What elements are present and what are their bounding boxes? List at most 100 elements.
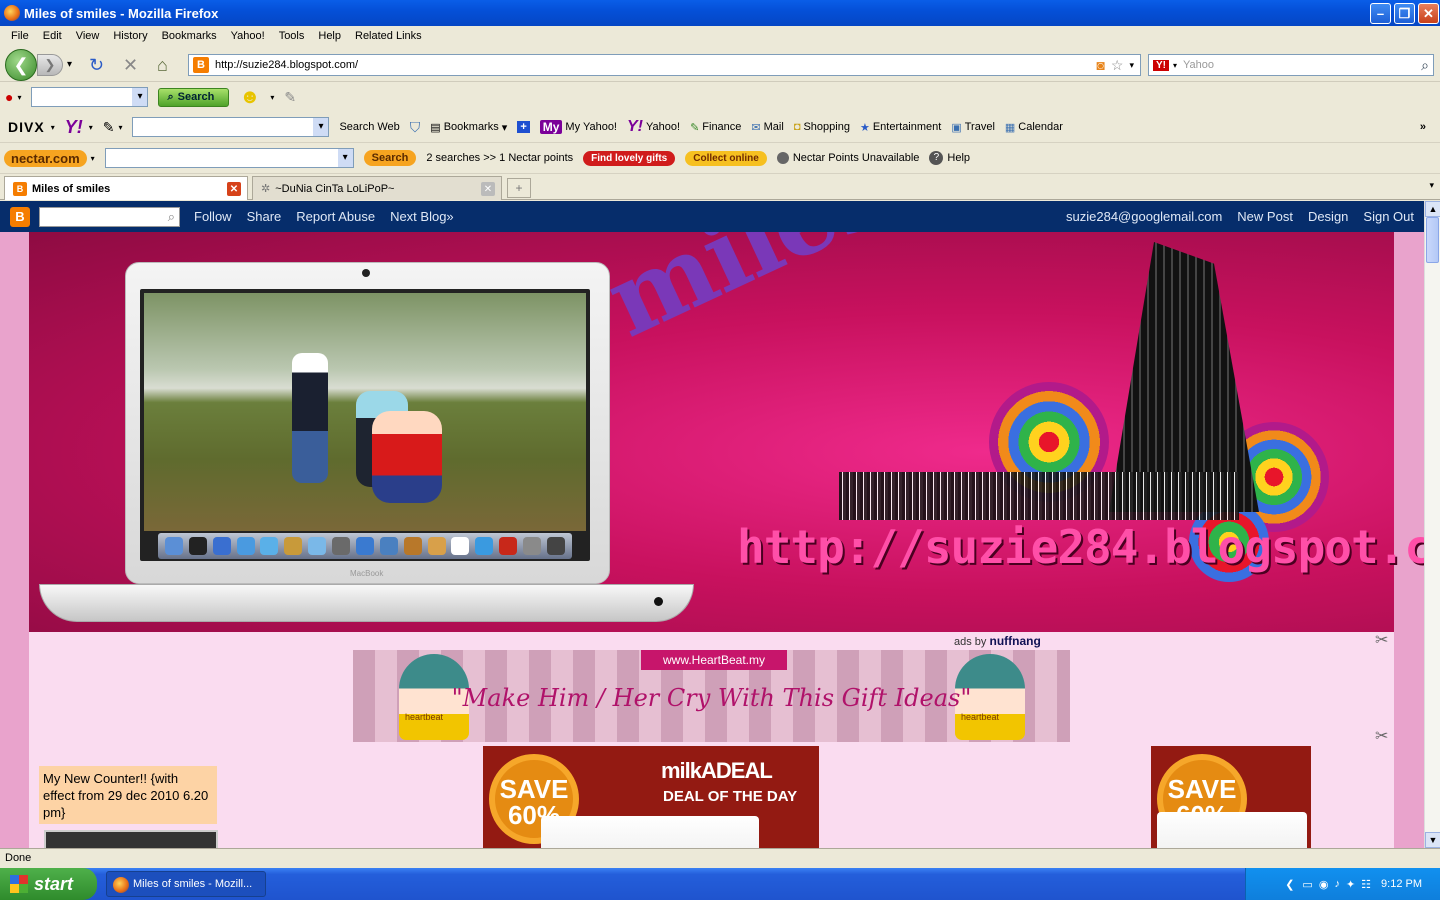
history-dropdown-icon[interactable]: ▾ bbox=[67, 59, 72, 70]
report-abuse-link[interactable]: Report Abuse bbox=[296, 209, 375, 224]
toolbar-item-my-yahoo[interactable]: My My Yahoo! bbox=[539, 120, 617, 134]
taskbar-item-firefox[interactable]: Miles of smiles - Mozill... bbox=[106, 871, 266, 897]
scrollbar-thumb[interactable] bbox=[1426, 217, 1439, 263]
security-icon[interactable]: ✦ bbox=[1346, 878, 1355, 891]
toolbar-item-bookmarks[interactable]: ▤ Bookmarks ▾ bbox=[430, 121, 507, 134]
menu-bookmarks[interactable]: Bookmarks bbox=[155, 30, 224, 42]
yahoo-engine-icon[interactable]: Y! bbox=[1153, 59, 1169, 71]
my-yahoo-label: My Yahoo! bbox=[565, 121, 617, 133]
counter-widget[interactable] bbox=[44, 830, 218, 848]
plus-icon[interactable]: + bbox=[517, 121, 530, 133]
milkadeal-ad[interactable]: SAVE 60% milkADEAL DEAL OF THE DAY bbox=[483, 746, 819, 848]
minimize-button[interactable]: – bbox=[1370, 3, 1391, 24]
tab-list-dropdown-icon[interactable]: ▾ bbox=[1429, 180, 1434, 191]
pen-icon[interactable]: ✎ bbox=[284, 89, 296, 106]
divx-logo[interactable]: DIVX bbox=[8, 119, 45, 135]
pencil-dropdown-icon[interactable]: ▾ bbox=[118, 123, 122, 132]
menu-history[interactable]: History bbox=[106, 30, 154, 42]
design-link[interactable]: Design bbox=[1308, 209, 1348, 224]
ads-by-nuffnang[interactable]: ads by nuffnang bbox=[954, 634, 1041, 648]
toolbar1-search-button[interactable]: ⌕ Search bbox=[158, 87, 230, 107]
toolbar-item-calendar[interactable]: ▦ Calendar bbox=[1005, 121, 1063, 134]
monitor-icon[interactable]: ▭ bbox=[1302, 878, 1312, 891]
shield-icon[interactable]: ⛉ bbox=[410, 119, 421, 136]
stop-icon[interactable]: ✕ bbox=[123, 55, 138, 76]
volume-icon[interactable]: ♪ bbox=[1334, 878, 1340, 890]
toolbar-overflow-button[interactable]: » bbox=[1420, 121, 1426, 133]
toolbar1-search-combo[interactable] bbox=[31, 87, 149, 107]
milkadeal-ad-small[interactable]: SAVE60% bbox=[1151, 746, 1311, 848]
tab-miles-of-smiles[interactable]: B Miles of smiles ✕ bbox=[4, 176, 248, 200]
antivirus-icon[interactable]: ◉ bbox=[1319, 878, 1329, 891]
heartbeat-ad-banner[interactable]: www.HeartBeat.my "Make Him / Her Cry Wit… bbox=[353, 650, 1070, 742]
toolbar-item-travel[interactable]: ▣ Travel bbox=[951, 121, 995, 134]
search-engine-box[interactable]: Y! ▾ Yahoo ⌕ bbox=[1148, 54, 1434, 76]
toolbar-item-finance[interactable]: ✎ Finance bbox=[690, 121, 741, 134]
nectar-logo[interactable]: nectar.com bbox=[4, 149, 87, 167]
bookmark-star-icon[interactable]: ☆ bbox=[1111, 57, 1124, 74]
reload-icon[interactable]: ↻ bbox=[89, 55, 104, 76]
tray-expand-icon[interactable]: ❮ bbox=[1285, 878, 1294, 891]
back-arrow-icon[interactable]: ❮ bbox=[5, 49, 37, 81]
edit-scissors-icon[interactable]: ✂ bbox=[1375, 630, 1388, 650]
follow-link[interactable]: Follow bbox=[194, 209, 232, 224]
vertical-scrollbar[interactable]: ▲ ▼ bbox=[1424, 201, 1440, 848]
blog-header-banner[interactable]: miles of smiles bbox=[29, 232, 1424, 632]
menu-tools[interactable]: Tools bbox=[272, 30, 312, 42]
blog-search-input[interactable]: ⌕ bbox=[39, 206, 180, 227]
collect-online-button[interactable]: Collect online bbox=[685, 150, 767, 166]
scroll-down-arrow-icon[interactable]: ▼ bbox=[1425, 832, 1440, 848]
yahoo-logo[interactable]: Y! bbox=[65, 117, 83, 138]
tab-close-icon[interactable]: ✕ bbox=[481, 182, 495, 196]
pencil-icon[interactable]: ✎ bbox=[103, 119, 115, 136]
yahoo-search-combo[interactable] bbox=[132, 117, 330, 137]
tab-dunia-cinta-lolipop[interactable]: ✲ ~DuNia CinTa LoLiPoP~ ✕ bbox=[252, 176, 502, 200]
blogger-logo-icon[interactable]: B bbox=[10, 206, 30, 227]
nectar-help-button[interactable]: ? Help bbox=[929, 151, 970, 165]
smiley-icon[interactable]: ☻ bbox=[239, 86, 260, 109]
ladybug-dropdown-icon[interactable]: ▾ bbox=[17, 93, 21, 102]
rss-icon[interactable]: ◙ bbox=[1096, 57, 1104, 73]
nectar-points-menu[interactable]: 2 searches >> 1 Nectar points bbox=[426, 152, 573, 164]
search-icon[interactable]: ⌕ bbox=[1421, 57, 1429, 74]
address-bar[interactable]: B http://suzie284.blogspot.com/ ◙ ☆ ▾ bbox=[188, 54, 1141, 76]
forward-arrow-icon[interactable]: ❯ bbox=[37, 54, 63, 76]
sign-out-link[interactable]: Sign Out bbox=[1363, 209, 1414, 224]
engine-dropdown-icon[interactable]: ▾ bbox=[1173, 61, 1177, 70]
menu-yahoo[interactable]: Yahoo! bbox=[224, 30, 272, 42]
divx-dropdown-icon[interactable]: ▾ bbox=[51, 123, 55, 132]
toolbar-item-shopping[interactable]: ◘ Shopping bbox=[794, 121, 850, 133]
smiley-dropdown-icon[interactable]: ▾ bbox=[270, 93, 274, 102]
nectar-search-combo[interactable] bbox=[104, 148, 354, 168]
menu-file[interactable]: File bbox=[4, 30, 36, 42]
scroll-up-arrow-icon[interactable]: ▲ bbox=[1425, 201, 1440, 217]
share-link[interactable]: Share bbox=[247, 209, 282, 224]
toolbar-item-mail[interactable]: ✉ Mail bbox=[751, 121, 783, 134]
ladybug-icon[interactable]: ● bbox=[5, 89, 13, 105]
toolbar-item-yahoo[interactable]: Y! Yahoo! bbox=[627, 118, 680, 136]
search-web-button[interactable]: Search Web bbox=[339, 121, 399, 133]
find-gifts-button[interactable]: Find lovely gifts bbox=[583, 150, 676, 166]
new-tab-button[interactable]: + bbox=[507, 178, 531, 198]
window-title-bar[interactable]: Miles of smiles - Mozilla Firefox – ❐ ✕ bbox=[0, 0, 1440, 26]
menu-help[interactable]: Help bbox=[311, 30, 348, 42]
next-blog-link[interactable]: Next Blog» bbox=[390, 209, 454, 224]
maximize-button[interactable]: ❐ bbox=[1394, 3, 1415, 24]
close-button[interactable]: ✕ bbox=[1418, 3, 1439, 24]
menu-edit[interactable]: Edit bbox=[36, 30, 69, 42]
network-icon[interactable]: ☷ bbox=[1361, 878, 1371, 891]
new-post-link[interactable]: New Post bbox=[1237, 209, 1293, 224]
menu-view[interactable]: View bbox=[69, 30, 107, 42]
nectar-search-button[interactable]: Search bbox=[363, 150, 417, 166]
nectar-dropdown-icon[interactable]: ▾ bbox=[91, 154, 95, 163]
url-dropdown-icon[interactable]: ▾ bbox=[1129, 60, 1134, 71]
menu-related-links[interactable]: Related Links bbox=[348, 30, 429, 42]
tab-close-icon[interactable]: ✕ bbox=[227, 182, 241, 196]
toolbar-item-entertainment[interactable]: ★ Entertainment bbox=[860, 121, 941, 134]
home-icon[interactable]: ⌂ bbox=[157, 55, 168, 76]
edit-scissors-icon[interactable]: ✂ bbox=[1375, 726, 1388, 746]
yahoo-logo-dropdown-icon[interactable]: ▾ bbox=[89, 123, 93, 132]
start-button[interactable]: start bbox=[0, 868, 97, 900]
camera-dot bbox=[362, 269, 370, 277]
tab-title: ~DuNia CinTa LoLiPoP~ bbox=[275, 182, 395, 195]
